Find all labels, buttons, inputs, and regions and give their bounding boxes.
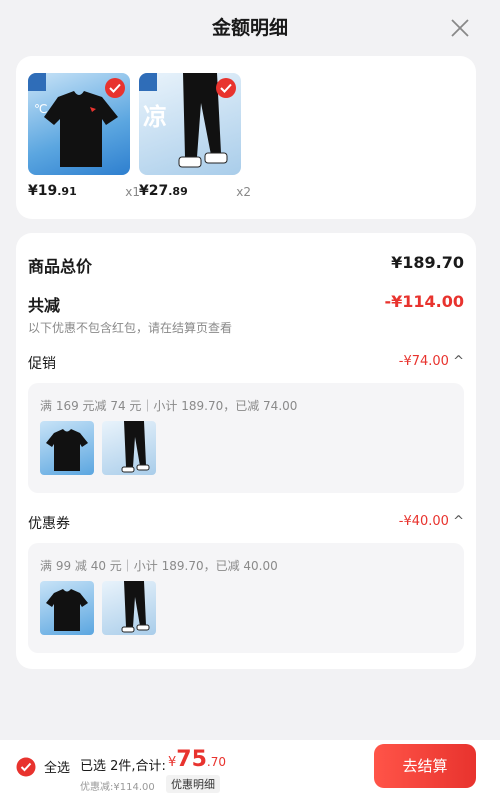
product-thumbnail-tshirt[interactable]: ℃	[28, 73, 130, 175]
promo-product-thumb	[40, 421, 94, 475]
tshirt-image	[46, 429, 88, 471]
checkout-button[interactable]: 去结算	[374, 744, 476, 788]
product-item[interactable]: ℃ ¥19.91 x1	[28, 73, 140, 203]
coupon-product-thumb	[102, 581, 156, 635]
product-item[interactable]: 凉 ¥27.89 x2	[139, 73, 251, 203]
promo-label: 促销	[28, 356, 56, 372]
pants-image	[121, 581, 150, 633]
checkout-bar: 全选 已选 2件,合计: ¥75.70 优惠减:¥114.00 优惠明细 去结算	[0, 740, 500, 802]
total-price-value: ¥189.70	[391, 253, 464, 272]
selected-check-icon[interactable]	[104, 77, 126, 99]
discount-value: -¥114.00	[384, 292, 464, 311]
product-price: ¥27.89	[139, 183, 188, 199]
select-all-checkbox-icon[interactable]	[16, 757, 36, 777]
total-price-row: 商品总价 ¥189.70	[28, 253, 464, 277]
chevron-up-icon[interactable]: ^	[453, 514, 464, 529]
coupon-product-thumb	[40, 581, 94, 635]
promo-detail-text: 满 169 元减 74 元｜小计 189.70，已减 74.00	[40, 399, 298, 413]
total-price-label: 商品总价	[28, 257, 93, 276]
tshirt-image	[46, 589, 88, 631]
product-quantity: x1	[125, 185, 140, 199]
product-quantity: x2	[236, 185, 251, 199]
promo-row[interactable]: 促销 -¥74.00 ^	[28, 353, 464, 373]
product-price: ¥19.91	[28, 183, 77, 199]
promo-value[interactable]: -¥74.00 ^	[399, 354, 464, 369]
product-thumbnail-pants[interactable]: 凉	[139, 73, 241, 175]
selected-check-icon[interactable]	[215, 77, 237, 99]
discount-detail-link[interactable]: 优惠明细	[166, 775, 220, 793]
discount-summary-text: 优惠减:¥114.00	[80, 782, 155, 793]
discount-row: 共减 -¥114.00	[28, 292, 464, 316]
coupon-label: 优惠券	[28, 516, 70, 532]
svg-text:凉: 凉	[143, 103, 167, 131]
promo-detail-box: 满 169 元减 74 元｜小计 189.70，已减 74.00	[28, 383, 464, 493]
chevron-up-icon[interactable]: ^	[453, 354, 464, 369]
pants-image	[121, 421, 150, 473]
promo-product-thumb	[102, 421, 156, 475]
selected-count-text: 已选 2件,合计:	[80, 759, 166, 774]
modal-title: 金额明细	[211, 17, 288, 39]
discount-note: 以下优惠不包含红包，请在结算页查看	[28, 321, 233, 335]
close-icon[interactable]	[448, 16, 472, 40]
coupon-value[interactable]: -¥40.00 ^	[399, 514, 464, 529]
select-all-label[interactable]: 全选	[44, 757, 70, 776]
products-card: ℃ ¥19.91 x1 凉 ¥27.89 x2	[16, 56, 476, 219]
coupon-row[interactable]: 优惠券 -¥40.00 ^	[28, 513, 464, 533]
svg-text:℃: ℃	[34, 102, 47, 116]
checkout-total: ¥75.70	[168, 747, 226, 772]
price-summary-card: 商品总价 ¥189.70 共减 -¥114.00 以下优惠不包含红包，请在结算页…	[16, 233, 476, 669]
coupon-detail-box: 满 99 减 40 元｜小计 189.70，已减 40.00	[28, 543, 464, 653]
modal-header: 金额明细	[0, 0, 500, 56]
coupon-detail-text: 满 99 减 40 元｜小计 189.70，已减 40.00	[40, 559, 278, 573]
discount-label: 共减	[28, 296, 61, 315]
